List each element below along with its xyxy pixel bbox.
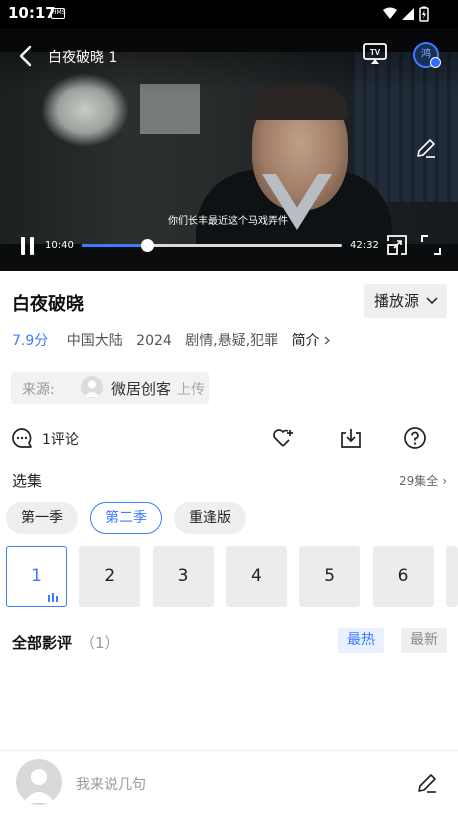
source-label: 来源: bbox=[22, 382, 55, 398]
user-avatar-mini[interactable]: 鸿 bbox=[413, 42, 441, 68]
source-uploader[interactable]: 来源: 微居创客 上传 bbox=[11, 372, 209, 404]
progress-bar[interactable] bbox=[82, 239, 342, 252]
chevron-down-icon bbox=[426, 297, 438, 305]
comment-input[interactable]: 我来说几句 bbox=[76, 774, 146, 794]
season-tab[interactable]: 重逢版 bbox=[174, 502, 246, 534]
play-source-button[interactable]: 播放源 bbox=[364, 284, 447, 318]
user-avatar[interactable] bbox=[16, 759, 62, 805]
system-icons bbox=[382, 6, 430, 22]
fullscreen-icon[interactable] bbox=[420, 234, 442, 256]
picture-in-picture-icon[interactable] bbox=[386, 234, 408, 256]
sort-hot-button[interactable]: 最热 bbox=[338, 628, 384, 653]
video-player[interactable]: 白夜破晓 1 TV 鸿 你们长丰最近这个马戏弄件 10:40 42:32 bbox=[0, 28, 458, 271]
pen-icon[interactable] bbox=[415, 771, 439, 795]
chevron-right-icon: › bbox=[442, 474, 448, 488]
reviews-title: 全部影评 bbox=[12, 634, 73, 652]
episode-item[interactable]: 3 bbox=[152, 546, 214, 607]
video-title: 白夜破晓 1 bbox=[48, 50, 118, 66]
pause-icon[interactable] bbox=[20, 237, 36, 255]
episode-item[interactable]: 1 bbox=[6, 546, 67, 607]
video-subtitle: 你们长丰最近这个马戏弄件 bbox=[168, 216, 288, 227]
region: 中国大陆 bbox=[66, 333, 123, 349]
episode-item-overflow[interactable] bbox=[445, 546, 458, 607]
all-episodes-link[interactable]: 29集全 › bbox=[399, 472, 447, 489]
intro-link[interactable]: 简介 bbox=[292, 333, 331, 349]
comment-count[interactable]: 1评论 bbox=[42, 429, 79, 449]
favorite-add-icon[interactable] bbox=[271, 426, 295, 450]
show-meta: 7.9分 中国大陆 2024 剧情,悬疑,犯罪 简介 bbox=[12, 330, 331, 350]
danmaku-edit-icon[interactable] bbox=[414, 136, 438, 160]
comment-icon[interactable] bbox=[11, 427, 33, 449]
tv-cast-icon[interactable]: TV bbox=[362, 42, 388, 66]
player-controls: 10:40 42:32 bbox=[0, 228, 458, 264]
back-icon[interactable] bbox=[14, 44, 38, 68]
progress-fill bbox=[82, 244, 147, 247]
playing-indicator-icon bbox=[48, 593, 60, 602]
episode-item[interactable]: 4 bbox=[225, 546, 287, 607]
help-icon[interactable] bbox=[403, 426, 427, 450]
chevron-right-icon bbox=[324, 336, 331, 345]
genres: 剧情,悬疑,犯罪 bbox=[185, 333, 279, 349]
status-bar: 10:17 HMS bbox=[0, 0, 458, 28]
download-icon[interactable] bbox=[339, 426, 363, 450]
season-tab[interactable]: 第一季 bbox=[6, 502, 78, 534]
progress-thumb[interactable] bbox=[141, 239, 154, 252]
total-time: 42:32 bbox=[350, 240, 379, 251]
uploader-tag: 上传 bbox=[177, 382, 205, 398]
current-time: 10:40 bbox=[45, 240, 74, 251]
episode-item[interactable]: 2 bbox=[79, 546, 141, 607]
score: 7.9分 bbox=[12, 333, 49, 349]
episode-item[interactable]: 5 bbox=[299, 546, 361, 607]
play-source-label: 播放源 bbox=[374, 292, 420, 310]
season-tab[interactable]: 第二季 bbox=[90, 502, 162, 534]
reviews-count: （1） bbox=[80, 634, 120, 652]
comment-composer: 我来说几句 bbox=[0, 750, 458, 814]
action-row: 1评论 bbox=[0, 424, 458, 454]
uploader-avatar bbox=[81, 376, 103, 398]
sort-new-button[interactable]: 最新 bbox=[401, 628, 447, 653]
wifi-signal-battery-icon bbox=[383, 6, 429, 22]
notification-icon: HMS bbox=[51, 8, 66, 19]
svg-text:TV: TV bbox=[370, 48, 381, 57]
status-time: 10:17 bbox=[8, 4, 56, 22]
uploader-name: 微居创客 bbox=[111, 380, 172, 398]
episodes-header: 选集 bbox=[12, 472, 43, 490]
year: 2024 bbox=[136, 333, 172, 349]
verified-badge-icon bbox=[430, 57, 441, 68]
show-title: 白夜破晓 bbox=[12, 294, 84, 315]
episode-item[interactable]: 6 bbox=[372, 546, 434, 607]
